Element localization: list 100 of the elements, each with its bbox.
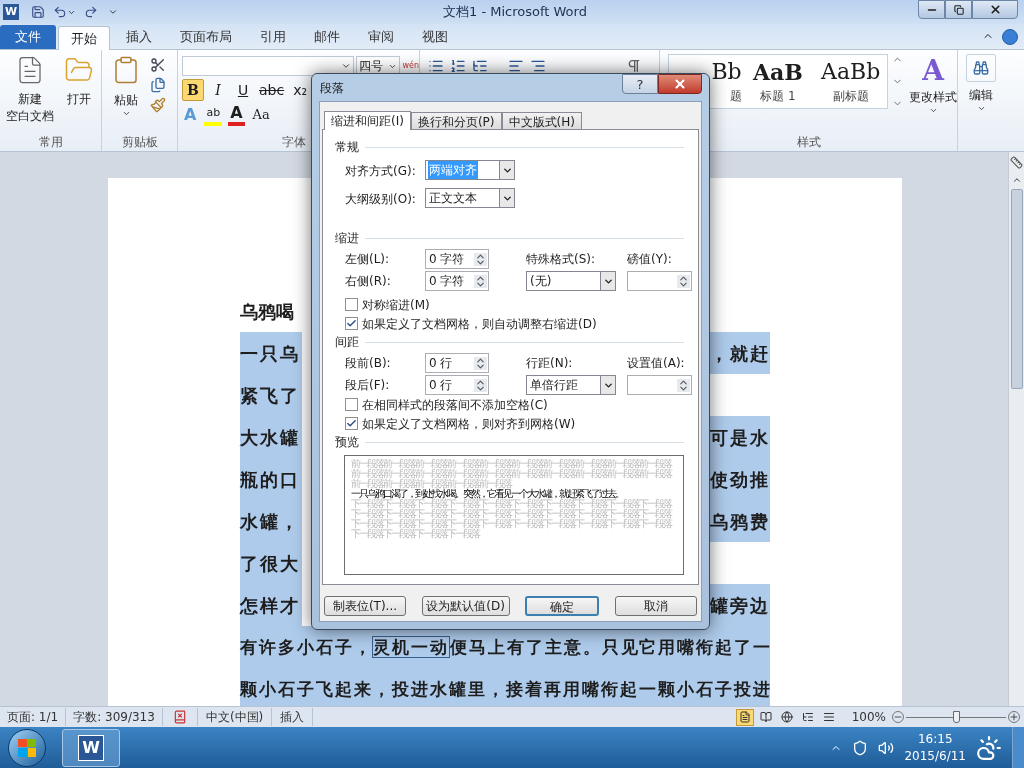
shield-icon[interactable] <box>852 739 869 756</box>
restore-button[interactable] <box>945 0 972 19</box>
scissors-icon[interactable] <box>150 57 166 73</box>
style-gallery-item[interactable]: AaBb 副标题 <box>814 55 887 108</box>
volume-icon[interactable] <box>878 739 895 756</box>
spinner-icon[interactable] <box>474 252 487 266</box>
insert-mode-indicator[interactable]: 插入 <box>272 708 314 726</box>
dialog-button[interactable]: 制表位(T)... <box>324 596 406 616</box>
scroll-up-icon[interactable] <box>1011 175 1022 185</box>
weather-icon[interactable] <box>976 734 1002 761</box>
field-label: 大纲级别(O): <box>345 192 416 206</box>
format-button[interactable]: B <box>182 79 204 101</box>
zoom-level[interactable]: 100% <box>851 708 886 726</box>
window-title: 文档1 - Microsoft Word <box>443 3 587 22</box>
dropdown[interactable]: 单倍行距 <box>526 375 616 395</box>
paintbrush-icon[interactable] <box>150 97 166 113</box>
clock-date[interactable]: 2015/6/11 <box>904 747 966 765</box>
checkbox[interactable] <box>345 298 358 311</box>
font-size-field[interactable]: 四号 <box>355 56 401 76</box>
redo-icon[interactable] <box>84 5 98 19</box>
ribbon-tab[interactable]: 视图 <box>410 25 460 49</box>
close-icon[interactable] <box>988 3 1002 16</box>
spinner-icon[interactable] <box>677 274 690 288</box>
phonetic-guide-button[interactable]: wén <box>402 62 419 70</box>
spin-field[interactable]: 0 行 <box>425 353 489 373</box>
language-indicator[interactable]: 中文(中国) <box>196 708 273 726</box>
dialog-button[interactable]: 确定 <box>525 596 600 616</box>
ribbon-tab[interactable]: 引用 <box>248 25 298 49</box>
open-button[interactable]: 打开 <box>60 55 98 133</box>
ruler-icon[interactable] <box>1010 156 1023 169</box>
vertical-scrollbar[interactable] <box>1008 152 1024 706</box>
pilcrow-icon[interactable] <box>626 58 642 74</box>
binoculars-icon[interactable] <box>973 60 989 76</box>
checkbox[interactable] <box>345 317 358 330</box>
caret-icon[interactable] <box>928 106 938 115</box>
taskbar-word-button[interactable]: W <box>62 728 120 767</box>
help-icon[interactable] <box>1002 29 1018 45</box>
caret-icon[interactable] <box>340 61 351 71</box>
undo-icon[interactable] <box>53 5 67 19</box>
save-icon[interactable] <box>31 5 45 19</box>
new-document-button[interactable]: 新建 空白文档 <box>2 55 58 133</box>
outdent-icon[interactable] <box>508 58 524 74</box>
font-effect-button[interactable]: Aa <box>250 104 272 126</box>
zoom-slider[interactable] <box>906 711 1006 723</box>
spin-field[interactable]: 0 行 <box>425 375 489 395</box>
close-button[interactable] <box>972 0 1018 19</box>
copy-icon[interactable] <box>150 77 166 93</box>
document-text: 紧飞了 <box>240 374 302 416</box>
spin-field[interactable]: 0 字符 <box>425 271 489 291</box>
minimize-button[interactable] <box>918 0 945 19</box>
close-button[interactable] <box>658 74 702 94</box>
multilevel-list-icon[interactable] <box>472 58 488 74</box>
dialog-tab[interactable]: 换行和分页(P) <box>410 112 502 129</box>
start-button[interactable] <box>8 728 46 767</box>
font-effect-button[interactable]: A <box>228 104 245 126</box>
format-button[interactable]: I <box>207 79 229 101</box>
checkbox[interactable] <box>345 417 358 430</box>
dialog-button[interactable]: 取消 <box>614 596 697 616</box>
help-button[interactable]: ? <box>622 74 658 94</box>
dialog-tab[interactable]: 中文版式(H) <box>501 112 582 129</box>
ribbon-tab[interactable]: 邮件 <box>302 25 352 49</box>
format-button[interactable]: U <box>232 79 254 101</box>
clock-time[interactable]: 16:15 <box>917 730 953 748</box>
paste-button[interactable]: 粘贴 <box>106 55 146 133</box>
zoom-in-icon[interactable] <box>1008 711 1020 723</box>
proofing-icon[interactable] <box>172 710 187 724</box>
dialog-tab[interactable]: 缩进和间距(I) <box>324 111 411 130</box>
checkbox[interactable] <box>345 398 358 411</box>
spinner-icon[interactable] <box>474 356 487 370</box>
spin-field[interactable]: 0 字符 <box>425 249 489 269</box>
section-title: 缩进 <box>335 230 359 247</box>
format-button[interactable]: x₂ <box>289 79 312 101</box>
word-count[interactable]: 字数: 309/313 <box>66 708 163 726</box>
dropdown[interactable]: (无) <box>526 271 616 291</box>
ribbon-tab[interactable]: 页面布局 <box>168 25 244 49</box>
numbered-list-icon[interactable] <box>450 58 466 74</box>
spin-field[interactable] <box>627 375 692 395</box>
customize-toolbar-icon[interactable] <box>108 7 118 17</box>
style-gallery-item[interactable]: Bb 题 <box>669 55 742 108</box>
dialog-button[interactable]: 设为默认值(D) <box>421 596 510 616</box>
ribbon-tab[interactable]: 开始 <box>58 26 110 50</box>
spinner-icon[interactable] <box>474 274 487 288</box>
font-effect-button[interactable]: ab <box>204 104 223 126</box>
spinner-icon[interactable] <box>474 378 487 392</box>
caret-icon[interactable] <box>121 109 131 118</box>
indent-icon[interactable] <box>530 58 546 74</box>
bullet-list-icon[interactable] <box>428 58 444 74</box>
font-name-field[interactable] <box>182 56 354 76</box>
change-styles-button[interactable]: A 更改样式 <box>909 54 957 115</box>
spin-field[interactable] <box>627 271 692 291</box>
style-gallery-item[interactable]: AaB 标题 1 <box>741 55 815 108</box>
format-button[interactable]: abc <box>257 79 287 101</box>
spinner-icon[interactable] <box>677 378 690 392</box>
editing-button[interactable]: 编辑 <box>966 54 996 151</box>
ribbon-tab[interactable]: 审阅 <box>356 25 406 49</box>
ribbon-tab[interactable]: 插入 <box>114 25 164 49</box>
caret-icon[interactable] <box>976 104 986 113</box>
file-tab[interactable]: 文件 <box>0 25 56 49</box>
restore-icon[interactable] <box>953 4 964 15</box>
dropdown[interactable]: 正文文本 <box>425 188 515 208</box>
